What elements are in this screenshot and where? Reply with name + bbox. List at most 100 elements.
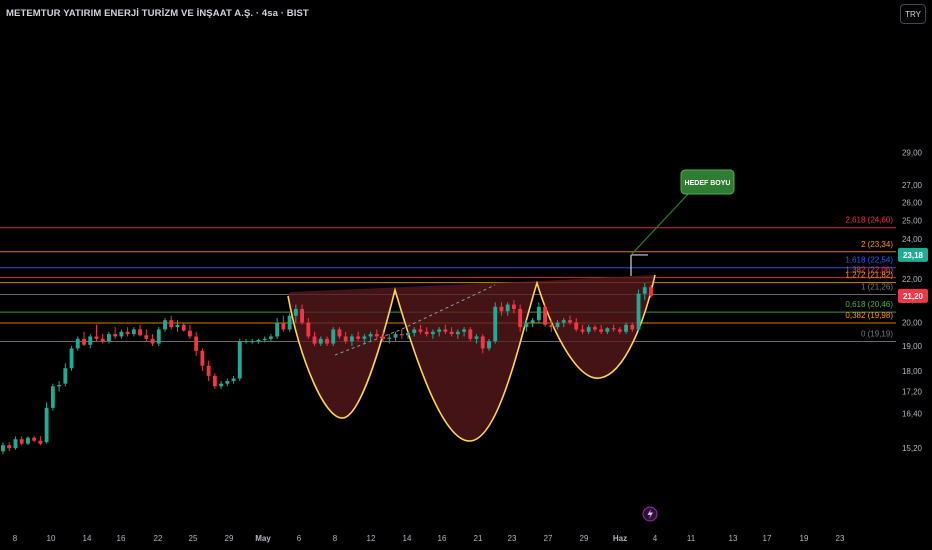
candle	[287, 313, 292, 332]
candle	[225, 378, 230, 387]
y-tick-label: 18,00	[902, 367, 923, 376]
candle	[75, 336, 80, 351]
x-tick-label: 16	[438, 534, 447, 543]
candle-body	[44, 407, 49, 443]
candle	[169, 315, 174, 330]
candle-body	[499, 306, 504, 312]
x-tick-label: 22	[154, 534, 163, 543]
x-tick-label: 8	[333, 534, 338, 543]
candle-body	[175, 324, 180, 328]
candle	[144, 329, 149, 342]
candle-body	[312, 336, 317, 344]
candle-body	[524, 322, 529, 328]
candle-body	[624, 324, 629, 332]
candle-body	[125, 331, 130, 335]
price-badge-label: 21,20	[903, 292, 924, 301]
candle-body	[443, 329, 448, 332]
candle-body	[106, 334, 111, 342]
candle	[25, 436, 30, 446]
candle	[237, 338, 242, 382]
candle-body	[549, 324, 554, 328]
currency-button[interactable]: TRY	[900, 4, 926, 24]
candle-body	[163, 320, 167, 330]
candle	[32, 436, 37, 443]
candle-body	[306, 322, 311, 337]
candle-body	[536, 306, 541, 321]
candle-body	[69, 348, 74, 369]
x-tick-label: 17	[763, 534, 772, 543]
candle-body	[138, 329, 143, 336]
candle-body	[381, 336, 386, 339]
x-tick-label: 8	[13, 534, 18, 543]
candle-body	[393, 334, 398, 338]
candle-body	[337, 329, 342, 337]
candle-body	[212, 375, 217, 387]
x-tick-label: 23	[836, 534, 845, 543]
candle-body	[231, 378, 236, 382]
candle	[200, 348, 205, 371]
candlestick-chart[interactable]: 2,618 (24,60)2 (23,34)1,618 (22,54)1,382…	[0, 0, 932, 550]
candle-body	[406, 332, 410, 336]
candle-body	[349, 336, 354, 342]
candle-body	[219, 383, 224, 387]
candle	[206, 360, 211, 382]
candle-body	[262, 338, 267, 341]
candle-body	[511, 304, 516, 309]
candle-body	[636, 293, 641, 330]
candle-body	[131, 329, 136, 335]
candle	[88, 334, 93, 349]
candle	[94, 324, 99, 342]
y-tick-label: 15,20	[902, 444, 923, 453]
candle-body	[25, 437, 30, 444]
candle	[194, 331, 199, 356]
x-tick-label: 10	[47, 534, 56, 543]
candle-body	[649, 287, 653, 296]
x-axis[interactable]: 8 10 14 16 22 25 29 May 6 8 12 14 16 21 23 27 29 Haz 4 11 13…	[13, 534, 845, 543]
fib-label: 0,618 (20,46)	[845, 300, 893, 309]
candle-body	[206, 365, 211, 376]
candle-body	[617, 329, 622, 332]
candle-body	[94, 336, 99, 339]
y-tick-label: 27,00	[902, 181, 923, 190]
x-tick-label: 23	[508, 534, 517, 543]
target-callout-line	[630, 191, 691, 256]
x-tick-label: Haz	[613, 534, 627, 543]
symbol-title[interactable]: METEMTUR YATIRIM ENERJİ TURİZM VE İNŞAAT…	[6, 8, 309, 19]
candle-body	[181, 324, 186, 331]
candle-body	[169, 320, 174, 328]
y-tick-label: 19,00	[902, 342, 923, 351]
candle-body	[119, 331, 124, 337]
candle-body	[387, 337, 392, 339]
candle	[156, 327, 161, 346]
candle-body	[480, 336, 485, 349]
y-tick-label: 26,00	[902, 198, 923, 207]
candle	[175, 320, 180, 332]
candle	[63, 363, 68, 387]
candle-body	[57, 384, 62, 387]
x-tick-label: 29	[225, 534, 234, 543]
candle	[543, 304, 548, 328]
fib-label: 2,618 (24,60)	[845, 216, 893, 225]
candle	[38, 436, 43, 446]
candle-body	[424, 331, 429, 335]
fib-label: 0,382 (19,98)	[845, 311, 893, 320]
candle-body	[194, 336, 199, 351]
candle	[275, 317, 280, 339]
candle	[493, 302, 498, 344]
x-tick-label: 21	[474, 534, 483, 543]
candle-body	[574, 322, 579, 330]
candle-body	[113, 334, 118, 337]
candle	[231, 375, 236, 384]
x-tick-label: 14	[403, 534, 412, 543]
candle	[268, 334, 273, 342]
candle-body	[256, 340, 261, 342]
x-tick-label: 11	[687, 534, 696, 543]
candle	[212, 373, 217, 389]
candle-body	[530, 320, 535, 323]
candle-body	[561, 320, 566, 323]
y-axis[interactable]: 15,2016,4017,2018,0019,0020,0021,0022,00…	[896, 0, 932, 550]
candle-body	[318, 338, 323, 344]
x-tick-label: 25	[189, 534, 198, 543]
candle	[100, 334, 105, 344]
candle	[250, 338, 255, 344]
